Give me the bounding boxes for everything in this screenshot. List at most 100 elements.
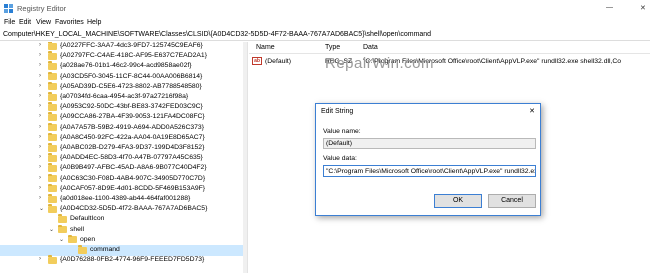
value-row-default[interactable]: ab (Default) REG_SZ "C:\Program Files\Mi… xyxy=(249,56,650,67)
chevron-down-icon[interactable]: ⌄ xyxy=(59,236,64,243)
chevron-down-icon[interactable]: ⌄ xyxy=(39,205,44,212)
tree-item[interactable]: DefaultIcon xyxy=(0,214,247,225)
edit-string-dialog: Edit String ✕ Value name: (Default) Valu… xyxy=(315,103,541,216)
tree-item[interactable]: › {A0D76288-0FB2-4774-96F9-FEEED7FD5D73} xyxy=(0,255,247,266)
folder-icon xyxy=(48,102,57,111)
value-name-field: (Default) xyxy=(323,138,536,149)
tree-item[interactable]: › {a07034fd-6caa-4954-ac3f-97a27216f98a} xyxy=(0,92,247,103)
tree-item-label: {a028ae76-01b1-46c2-99c4-acd9858ae02f} xyxy=(60,62,192,70)
menu-view[interactable]: View xyxy=(36,19,51,26)
title-bar: Registry Editor — ✕ xyxy=(0,0,650,17)
chevron-down-icon[interactable]: ⌄ xyxy=(49,226,54,233)
folder-icon xyxy=(48,132,57,142)
menu-help[interactable]: Help xyxy=(87,19,101,26)
tree-item[interactable]: › {A05AD39D-C5E6-4723-8802-AB7788548580} xyxy=(0,81,247,93)
registry-editor-window: Registry Editor — ✕ File Edit View Favor… xyxy=(0,0,650,273)
close-button[interactable]: ✕ xyxy=(640,4,646,12)
value-name-label: Value name: xyxy=(323,128,361,135)
folder-icon xyxy=(68,234,77,244)
folder-icon xyxy=(48,163,57,172)
chevron-right-icon[interactable]: › xyxy=(39,52,41,58)
tree-item-label: {a07034fd-6caa-4954-ac3f-97a27216f98a} xyxy=(60,93,189,100)
tree-item[interactable]: command xyxy=(0,245,247,256)
chevron-right-icon[interactable]: › xyxy=(39,134,41,140)
chevron-right-icon[interactable]: › xyxy=(39,103,41,109)
folder-icon xyxy=(48,204,57,213)
tree-item[interactable]: › {A0CAF057-8D9E-4d01-8CDD-5F469B153A9F} xyxy=(0,183,247,195)
folder-icon xyxy=(48,153,57,162)
tree-item[interactable]: › {A0227FFC-3AA7-4dc3-9FD7-125745C9EAF6} xyxy=(0,42,247,52)
folder-icon xyxy=(48,143,57,152)
chevron-right-icon[interactable]: › xyxy=(39,154,41,160)
chevron-right-icon[interactable]: › xyxy=(39,73,41,79)
chevron-right-icon[interactable]: › xyxy=(39,42,41,48)
chevron-right-icon[interactable]: › xyxy=(39,62,41,68)
column-data[interactable]: Data xyxy=(363,44,378,51)
string-value-icon: ab xyxy=(252,57,262,65)
tree-item-label: shell xyxy=(70,225,84,233)
chevron-right-icon[interactable]: › xyxy=(39,256,41,262)
ok-button[interactable]: OK xyxy=(434,194,482,208)
address-bar[interactable]: Computer\HKEY_LOCAL_MACHINE\SOFTWARE\Cla… xyxy=(0,29,650,41)
tree-item[interactable]: › {A0953C92-50DC-43bf-BE83-3742FED03C9C} xyxy=(0,102,247,113)
column-type[interactable]: Type xyxy=(325,44,340,51)
folder-icon xyxy=(48,61,57,70)
tree-item-label: {a0d018ee-1100-4389-ab44-464faf001288} xyxy=(60,195,191,202)
value-name: (Default) xyxy=(265,58,292,65)
tree-item[interactable]: ⌄ open xyxy=(0,234,247,246)
tree-item[interactable]: › {A02797FC-C4AE-418C-AF95-E637C7EAD2A1} xyxy=(0,51,247,62)
tree-item[interactable]: › {A0A8C450-92FC-422a-AA04-0A19E8D65AC7} xyxy=(0,132,247,144)
value-data-input[interactable]: "C:\Program Files\Microsoft Office\root\… xyxy=(323,165,536,177)
tree-item[interactable]: › {a028ae76-01b1-46c2-99c4-acd9858ae02f} xyxy=(0,61,247,72)
column-name[interactable]: Name xyxy=(256,44,275,51)
chevron-right-icon[interactable]: › xyxy=(39,93,41,99)
address-path[interactable]: Computer\HKEY_LOCAL_MACHINE\SOFTWARE\Cla… xyxy=(3,31,431,38)
menu-edit[interactable]: Edit xyxy=(19,19,31,26)
folder-icon xyxy=(48,255,57,264)
chevron-right-icon[interactable]: › xyxy=(39,164,41,170)
tree-item[interactable]: › {A0A7A57B-59B2-4919-A694-ADD0A526C373} xyxy=(0,122,247,134)
dialog-close-button[interactable]: ✕ xyxy=(529,107,535,115)
chevron-right-icon[interactable]: › xyxy=(39,195,41,201)
tree-item[interactable]: › {A0ADD4EC-58D3-4f70-A47B-07797A45C635} xyxy=(0,153,247,164)
tree-item[interactable]: › {A03CD5F0-3045-11CF-8C44-00AA006B6814} xyxy=(0,71,247,83)
chevron-right-icon[interactable]: › xyxy=(39,124,41,130)
tree-item[interactable]: › {A09CCA86-27BA-4F39-9053-121FA4DC08FC} xyxy=(0,112,247,123)
key-tree: › {A0227FFC-3AA7-4dc3-9FD7-125745C9EAF6} ›… xyxy=(0,42,247,273)
value-data-label: Value data: xyxy=(323,155,357,162)
folder-icon xyxy=(48,112,57,121)
watermark: RepairWin.com xyxy=(325,55,435,72)
tree-item-label: {A0C63C30-F08D-4AB4-907C-34905D770C7D} xyxy=(60,174,206,182)
chevron-right-icon[interactable]: › xyxy=(39,175,41,181)
minimize-button[interactable]: — xyxy=(606,4,613,11)
tree-item[interactable]: › {A0B9B497-AFBC-45AD-A8A6-9B077C40D4F2} xyxy=(0,163,247,174)
tree-item-label: {A0953C92-50DC-43bf-BE83-3742FED03C9C} xyxy=(60,103,203,111)
folder-icon xyxy=(58,224,67,234)
tree-item-label: {A0D4CD32-5D5D-4f72-BAAA-767A7AD6BAC5} xyxy=(60,205,208,213)
chevron-right-icon[interactable]: › xyxy=(39,144,41,150)
cancel-button[interactable]: Cancel xyxy=(488,194,536,208)
folder-icon xyxy=(58,214,67,223)
tree-item-label: {A0B9B497-AFBC-45AD-A8A6-9B077C40D4F2} xyxy=(60,164,207,172)
folder-icon xyxy=(48,173,57,183)
pane-splitter[interactable] xyxy=(247,42,248,273)
folder-icon xyxy=(48,122,57,132)
chevron-right-icon[interactable]: › xyxy=(39,83,41,89)
menu-bar: File Edit View Favorites Help xyxy=(0,17,650,29)
tree-item[interactable]: › {a0d018ee-1100-4389-ab44-464faf001288} xyxy=(0,194,247,205)
menu-favorites[interactable]: Favorites xyxy=(55,19,84,26)
folder-icon xyxy=(48,183,57,193)
tree-item[interactable]: ⌄ {A0D4CD32-5D5D-4f72-BAAA-767A7AD6BAC5} xyxy=(0,204,247,215)
tree-item[interactable]: › {A0ABC02B-D279-4FA3-9D37-199D4D3F8152} xyxy=(0,143,247,154)
chevron-right-icon[interactable]: › xyxy=(39,185,41,191)
chevron-right-icon[interactable]: › xyxy=(39,113,41,119)
tree-item[interactable]: › {A0C63C30-F08D-4AB4-907C-34905D770C7D} xyxy=(0,173,247,185)
folder-icon xyxy=(48,42,57,50)
tree-item[interactable]: ⌄ shell xyxy=(0,224,247,236)
tree-item-label: open xyxy=(80,235,96,243)
tree-item-label: {A05AD39D-C5E6-4723-8802-AB7788548580} xyxy=(60,82,202,90)
folder-icon xyxy=(48,81,57,91)
tree-item-label: {A02797FC-C4AE-418C-AF95-E637C7EAD2A1} xyxy=(60,52,207,60)
folder-icon xyxy=(48,92,57,101)
menu-file[interactable]: File xyxy=(4,19,15,26)
